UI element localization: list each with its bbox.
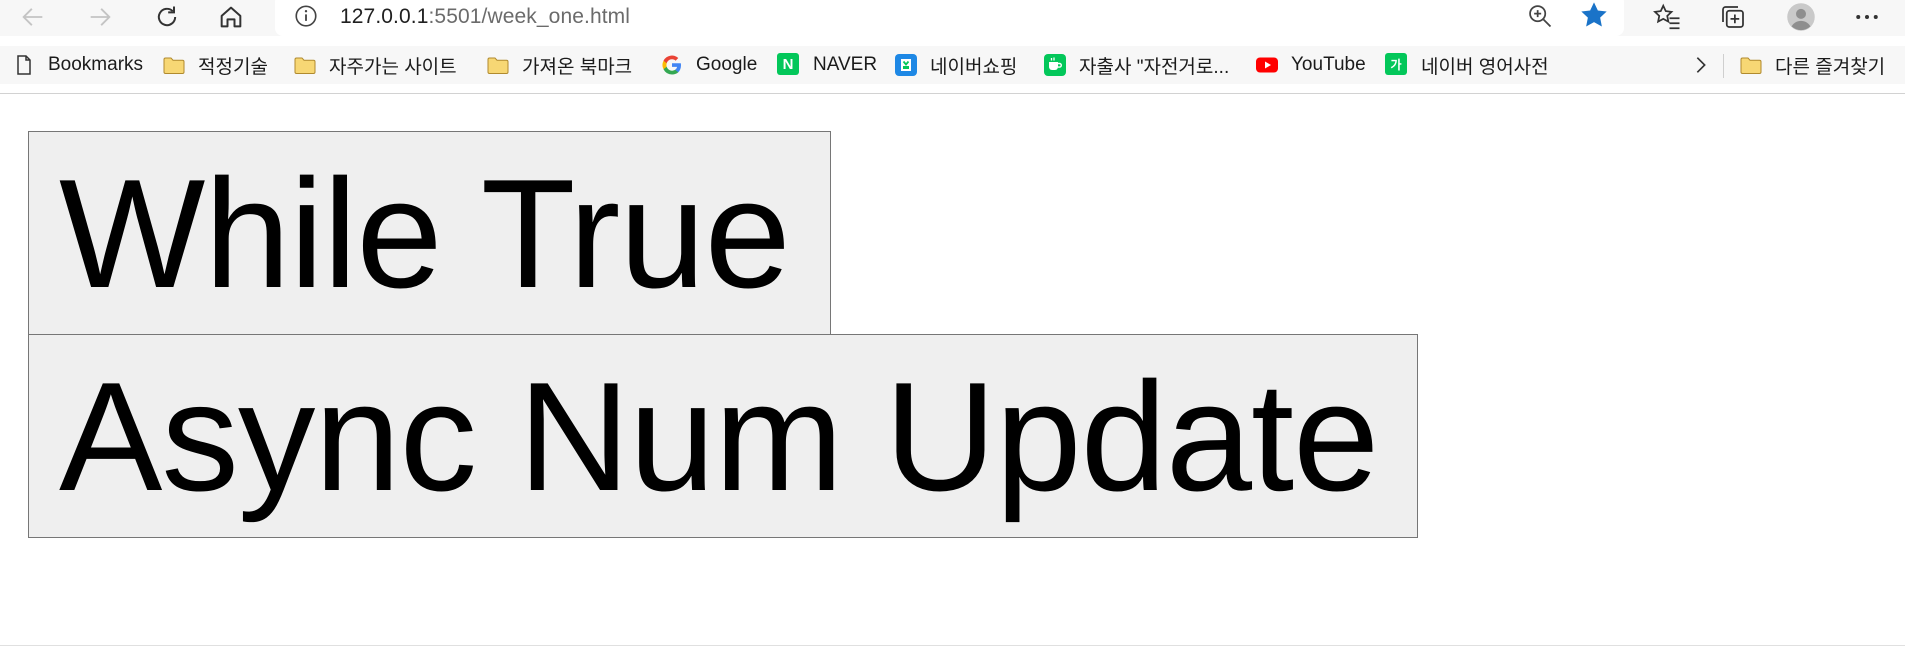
url-text[interactable]: 127.0.0.1:5501/week_one.html <box>340 5 630 29</box>
bookmarks-overflow-button[interactable] <box>1690 46 1712 84</box>
google-icon <box>660 53 684 77</box>
async-num-update-button[interactable]: Async Num Update <box>28 334 1418 538</box>
bookmark-bookmarks[interactable]: Bookmarks <box>12 46 143 84</box>
favorites-button[interactable] <box>1645 0 1689 34</box>
bookmark-naver[interactable]: N NAVER <box>777 46 877 84</box>
bookmarks-divider <box>1723 54 1724 78</box>
bookmark-naver-dictionary[interactable]: 가 네이버 영어사전 <box>1385 46 1549 84</box>
chevron-right-icon <box>1696 57 1706 73</box>
naver-shopping-icon <box>894 53 918 77</box>
bookmark-jachulsa-cafe[interactable]: 자출사 "자전거로... <box>1043 46 1229 84</box>
zoom-icon[interactable] <box>1526 2 1554 30</box>
browser-toolbar: 127.0.0.1:5501/week_one.html <box>0 0 1905 36</box>
bookmark-label: 다른 즐겨찾기 <box>1775 56 1886 78</box>
address-bar[interactable]: 127.0.0.1:5501/week_one.html <box>275 0 1624 36</box>
refresh-icon <box>157 6 177 27</box>
bookmark-label: YouTube <box>1291 54 1366 75</box>
forward-arrow-icon <box>90 8 111 26</box>
chrome-divider <box>0 93 1905 94</box>
home-button[interactable] <box>211 0 251 34</box>
naver-icon: N <box>777 53 801 77</box>
dictionary-badge: 가 <box>1385 53 1407 75</box>
naver-badge: N <box>777 53 799 75</box>
folder-icon <box>486 53 510 77</box>
url-host: 127.0.0.1 <box>340 5 429 28</box>
collections-button[interactable] <box>1711 0 1755 34</box>
site-info-icon[interactable] <box>293 3 319 29</box>
bookmark-google[interactable]: Google <box>660 46 757 84</box>
bookmark-page-icon <box>12 53 36 77</box>
bookmark-label: NAVER <box>813 54 878 75</box>
bookmark-folder-appropriate-tech[interactable]: 적정기술 <box>162 46 268 84</box>
youtube-icon <box>1255 53 1279 77</box>
bookmark-naver-shopping[interactable]: 네이버쇼핑 <box>894 46 1017 84</box>
folder-icon <box>293 53 317 77</box>
favorites-icon <box>1653 3 1680 30</box>
refresh-button[interactable] <box>147 0 187 34</box>
bookmark-youtube[interactable]: YouTube <box>1255 46 1366 84</box>
home-icon <box>220 6 242 28</box>
collections-icon <box>1722 6 1744 28</box>
url-path: :5501/week_one.html <box>428 5 631 28</box>
folder-icon <box>162 53 186 77</box>
bookmarks-bar: Bookmarks 적정기술 자주가는 사이트 가져온 북마크 Google N… <box>0 46 1905 84</box>
bookmark-label: Bookmarks <box>48 54 144 75</box>
profile-button[interactable] <box>1779 0 1823 34</box>
back-button[interactable] <box>13 0 53 34</box>
naver-dictionary-icon: 가 <box>1385 53 1409 77</box>
bookmark-label: 네이버 영어사전 <box>1421 56 1549 78</box>
bookmark-other-favorites[interactable]: 다른 즐겨찾기 <box>1739 46 1885 84</box>
bookmark-label: Google <box>696 54 758 75</box>
bookmark-folder-frequent-sites[interactable]: 자주가는 사이트 <box>293 46 457 84</box>
bookmark-label: 가져온 북마크 <box>522 56 633 78</box>
profile-avatar <box>1787 3 1815 31</box>
bookmark-label: 자출사 "자전거로... <box>1079 56 1230 78</box>
while-true-button[interactable]: While True <box>28 131 831 335</box>
more-options-button[interactable] <box>1845 0 1889 34</box>
bookmark-label: 자주가는 사이트 <box>329 56 457 78</box>
forward-button[interactable] <box>80 0 120 34</box>
bookmark-label: 네이버쇼핑 <box>930 56 1018 78</box>
bookmark-label: 적정기술 <box>198 56 268 78</box>
more-options-icon <box>1856 15 1878 19</box>
folder-icon <box>1739 53 1763 77</box>
bookmark-folder-imported[interactable]: 가져온 북마크 <box>486 46 632 84</box>
favorite-star-icon[interactable] <box>1578 0 1610 31</box>
back-arrow-icon <box>22 8 43 26</box>
cafe-icon <box>1043 53 1067 77</box>
